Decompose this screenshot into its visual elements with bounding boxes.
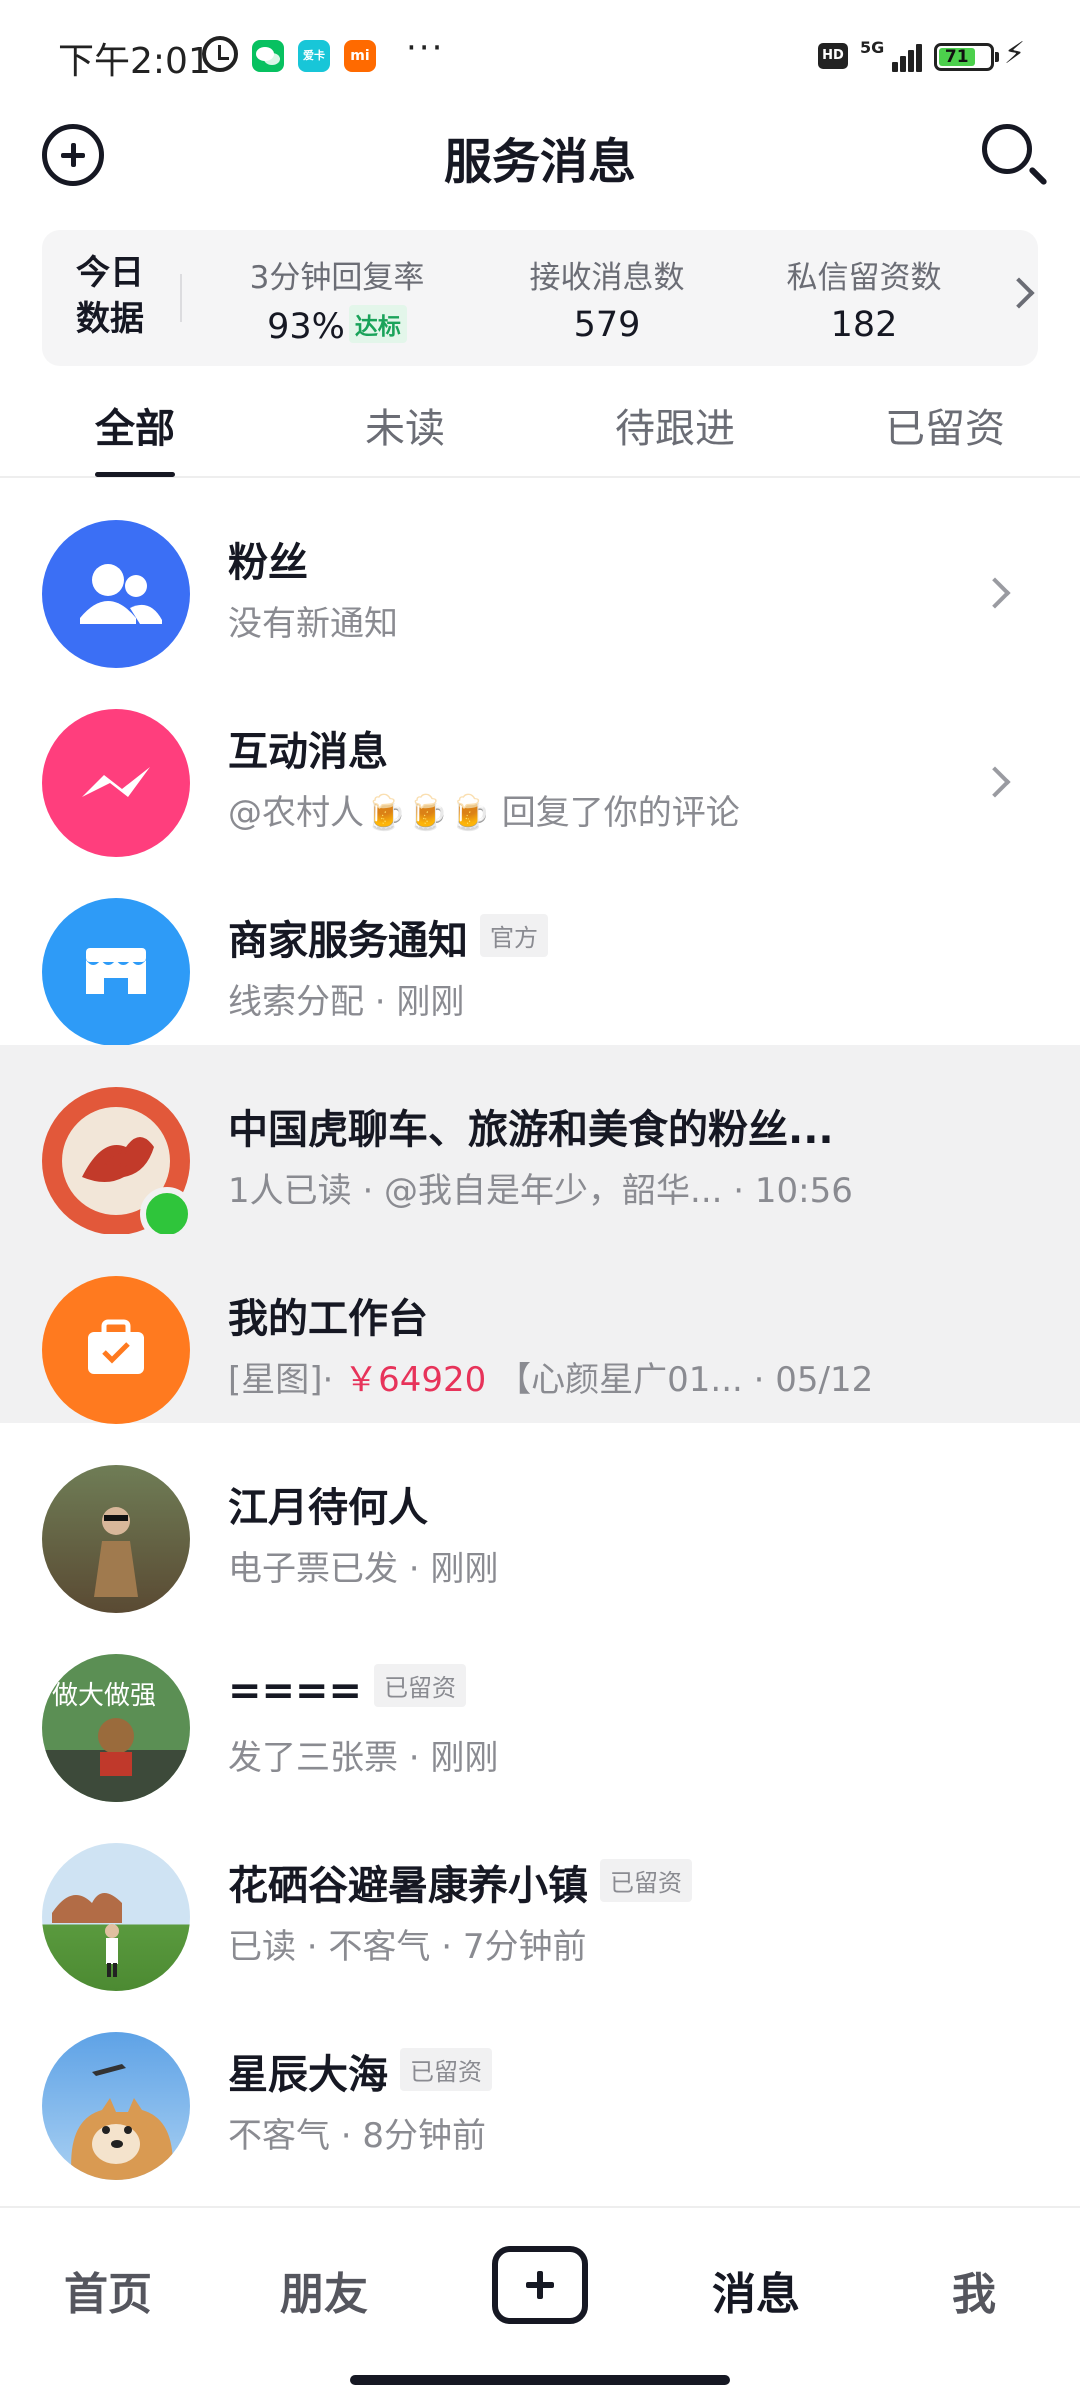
list-item-subtitle: 不客气 · 8分钟前 bbox=[228, 2116, 487, 2156]
hd-icon: HD bbox=[818, 43, 848, 69]
stat-received-messages: 接收消息数 579 bbox=[497, 252, 717, 345]
briefcase-icon bbox=[42, 1276, 190, 1424]
tab-unread[interactable]: 未读 bbox=[305, 396, 505, 454]
online-status-icon bbox=[140, 1187, 194, 1241]
avatar-caption: 做大做强 bbox=[52, 1681, 156, 1711]
user-avatar bbox=[42, 1465, 190, 1613]
list-item-title: 星辰大海 已留资 bbox=[228, 2042, 492, 2100]
chevron-right-icon bbox=[979, 766, 1011, 798]
user-avatar bbox=[42, 1843, 190, 1991]
card-app-icon: 爱卡 bbox=[298, 40, 330, 72]
list-item-subtitle: 线索分配 · 刚刚 bbox=[228, 982, 465, 1022]
list-item-title: 江月待何人 bbox=[228, 1485, 428, 1531]
interaction-icon bbox=[42, 709, 190, 857]
list-item-merchant-notice[interactable]: 商家服务通知 官方 线索分配 · 刚刚 bbox=[0, 856, 1080, 1046]
list-item-subtitle: 1人已读 · @我自是年少，韶华... · 10:56 bbox=[228, 1171, 853, 1211]
list-item-chat[interactable]: 星辰大海 已留资 不客气 · 8分钟前 bbox=[0, 1990, 1080, 2180]
list-item-subtitle: [星图]· ￥64920 【心颜星广01... · 05/12 bbox=[228, 1360, 874, 1400]
status-badge: 已留资 bbox=[400, 2048, 492, 2091]
list-item-fans[interactable]: 粉丝 没有新通知 bbox=[0, 478, 1080, 668]
list-item-group-chat[interactable]: 20 中国虎聊车、旅游和美食的粉丝... 1人已读 · @我自是年少，韶华...… bbox=[0, 1045, 1080, 1241]
home-indicator[interactable] bbox=[350, 2375, 730, 2385]
status-bar: 下午2:01 爱卡 mi ··· HD 5G 71 ⚡ bbox=[0, 0, 1080, 110]
more-notifications-icon: ··· bbox=[406, 28, 445, 68]
list-item-title: 花硒谷避暑康养小镇 已留资 bbox=[228, 1853, 692, 1911]
list-item-subtitle: 发了三张票 · 刚刚 bbox=[228, 1738, 499, 1778]
status-badge: 达标 bbox=[348, 305, 407, 343]
status-badge: 已留资 bbox=[374, 1664, 467, 1707]
divider bbox=[180, 274, 182, 322]
tab-all[interactable]: 全部 bbox=[35, 396, 235, 454]
search-icon[interactable] bbox=[982, 124, 1032, 174]
stat-value: 93% 达标 bbox=[227, 305, 447, 347]
chevron-right-icon[interactable] bbox=[1003, 277, 1035, 309]
battery-icon: 71 bbox=[934, 43, 999, 71]
stats-today-label: 今日数据 bbox=[76, 253, 144, 339]
stat-reply-rate: 3分钟回复率 93% 达标 bbox=[227, 252, 447, 347]
list-item-subtitle: 没有新通知 bbox=[228, 604, 398, 644]
bottom-navigation: 首页 朋友 消息 我 bbox=[0, 2206, 1080, 2400]
list-item-title: 商家服务通知 官方 bbox=[228, 908, 548, 966]
price-amount: ￥64920 bbox=[344, 1360, 487, 1400]
official-badge: 官方 bbox=[480, 914, 548, 957]
plus-icon[interactable] bbox=[492, 2246, 588, 2324]
alarm-icon bbox=[202, 36, 238, 72]
user-avatar: 做大做强 bbox=[42, 1654, 190, 1802]
page-title: 服务消息 bbox=[443, 134, 636, 190]
list-item-chat[interactable]: 花硒谷避暑康养小镇 已留资 已读 · 不客气 · 7分钟前 bbox=[0, 1801, 1080, 1991]
active-tab-indicator bbox=[95, 472, 175, 477]
filter-tabs: 全部 未读 待跟进 已留资 bbox=[0, 380, 1080, 478]
stat-label: 私信留资数 bbox=[786, 260, 942, 296]
stat-label: 接收消息数 bbox=[529, 260, 685, 296]
list-item-interactions[interactable]: 互动消息 @农村人🍺🍺🍺 回复了你的评论 bbox=[0, 667, 1080, 857]
stat-leads: 私信留资数 182 bbox=[754, 252, 974, 345]
header: 服务消息 bbox=[0, 110, 1080, 220]
status-time: 下午2:01 bbox=[58, 41, 211, 82]
nav-me[interactable]: 我 bbox=[894, 2258, 1054, 2322]
list-item-title: ==== 已留资 bbox=[228, 1664, 467, 1714]
charging-icon: ⚡ bbox=[1004, 36, 1026, 71]
list-item-chat[interactable]: 做大做强 ==== 已留资 发了三张票 · 刚刚 bbox=[0, 1612, 1080, 1802]
list-item-title: 互动消息 bbox=[228, 729, 388, 775]
list-item-chat[interactable]: 江月待何人 电子票已发 · 刚刚 bbox=[0, 1423, 1080, 1613]
nav-home[interactable]: 首页 bbox=[28, 2258, 188, 2322]
chevron-right-icon bbox=[979, 577, 1011, 609]
signal-icon bbox=[878, 42, 922, 72]
list-item-title: 中国虎聊车、旅游和美食的粉丝... bbox=[228, 1107, 834, 1153]
list-item-subtitle: 已读 · 不客气 · 7分钟前 bbox=[228, 1927, 587, 1967]
svg-text:20: 20 bbox=[102, 1148, 130, 1173]
list-item-subtitle: @农村人🍺🍺🍺 回复了你的评论 bbox=[228, 793, 740, 833]
mi-icon: mi bbox=[344, 40, 376, 72]
list-item-workbench[interactable]: 我的工作台 [星图]· ￥64920 【心颜星广01... · 05/12 bbox=[0, 1234, 1080, 1424]
list-item-title: 粉丝 bbox=[228, 540, 308, 586]
stat-value: 579 bbox=[573, 305, 641, 345]
nav-messages[interactable]: 消息 bbox=[676, 2258, 836, 2322]
stat-value: 182 bbox=[830, 305, 898, 345]
tab-leads[interactable]: 已留资 bbox=[845, 396, 1045, 454]
user-avatar bbox=[42, 2032, 190, 2180]
tab-follow-up[interactable]: 待跟进 bbox=[575, 396, 775, 454]
status-badge: 已留资 bbox=[600, 1859, 692, 1902]
battery-level: 71 bbox=[939, 48, 975, 66]
stat-label: 3分钟回复率 bbox=[249, 260, 425, 296]
nav-friends[interactable]: 朋友 bbox=[244, 2258, 404, 2322]
list-item-subtitle: 电子票已发 · 刚刚 bbox=[228, 1549, 499, 1589]
store-icon bbox=[42, 898, 190, 1046]
wechat-icon bbox=[252, 40, 284, 72]
today-stats-card[interactable]: 今日数据 3分钟回复率 93% 达标 接收消息数 579 私信留资数 182 bbox=[42, 230, 1038, 366]
fans-icon bbox=[42, 520, 190, 668]
list-item-title: 我的工作台 bbox=[228, 1296, 428, 1342]
